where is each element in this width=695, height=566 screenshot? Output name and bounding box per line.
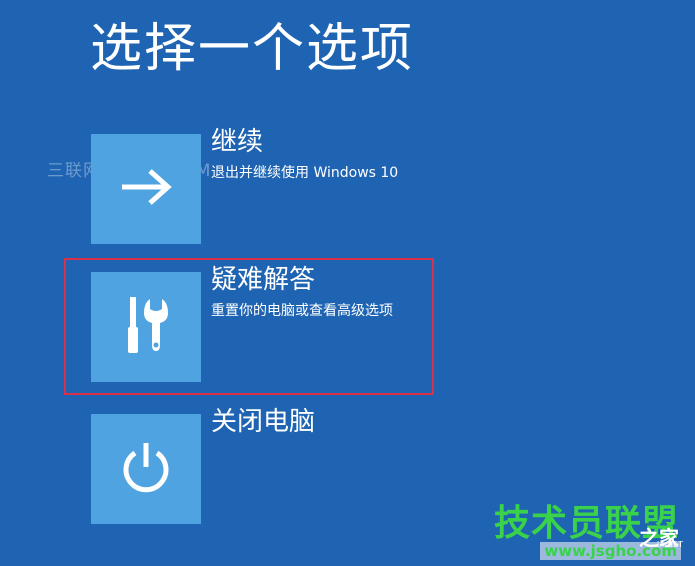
option-continue[interactable]: 继续 退出并继续使用 Windows 10: [91, 127, 431, 246]
option-continue-description: 退出并继续使用 Windows 10: [211, 165, 399, 181]
watermark-brand-url-small: IA.NET: [656, 540, 683, 549]
option-troubleshoot[interactable]: 疑难解答 重置你的电脑或查看高级选项: [91, 265, 431, 384]
option-continue-tile[interactable]: [91, 134, 201, 244]
page-title: 选择一个选项: [90, 19, 415, 79]
option-troubleshoot-title: 疑难解答: [211, 265, 316, 295]
power-icon: [118, 439, 174, 499]
option-troubleshoot-description: 重置你的电脑或查看高级选项: [211, 303, 393, 319]
option-continue-title: 继续: [211, 127, 264, 157]
option-shutdown[interactable]: 关闭电脑: [91, 407, 431, 526]
option-shutdown-title: 关闭电脑: [211, 407, 316, 437]
arrow-right-icon: [118, 167, 174, 211]
watermark-brand: 技术员联盟 之家 www.jsgho.com IA.NET: [445, 494, 685, 562]
tools-icon: [118, 293, 174, 361]
option-troubleshoot-tile[interactable]: [91, 272, 201, 382]
option-shutdown-tile[interactable]: [91, 414, 201, 524]
